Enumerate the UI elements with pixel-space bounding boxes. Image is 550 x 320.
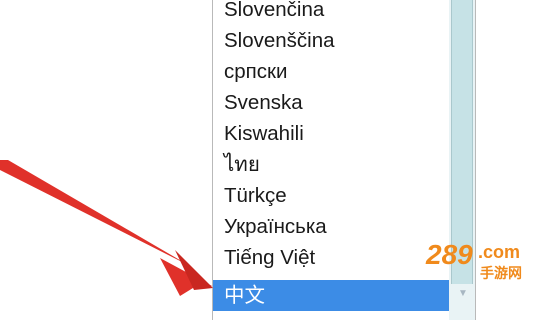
watermark-logo: 289 .com 手游网 [425, 239, 522, 282]
svg-text:289: 289 [425, 239, 473, 270]
svg-text:手游网: 手游网 [480, 265, 522, 282]
svg-text:.com: .com [478, 242, 520, 262]
